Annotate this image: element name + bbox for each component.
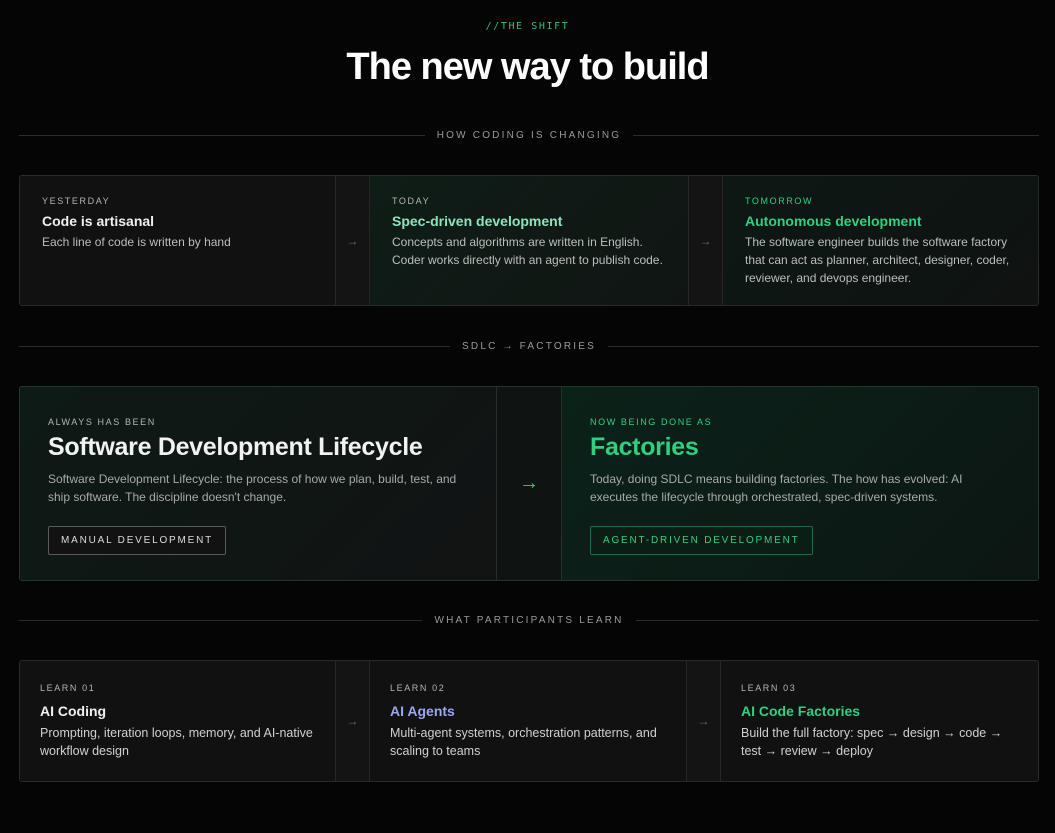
stage-card-yesterday: YESTERDAY Code is artisanal Each line of…: [20, 176, 335, 305]
stage-description: Each line of code is written by hand: [42, 235, 231, 249]
agent-driven-development-tag: AGENT-DRIVEN DEVELOPMENT: [590, 526, 813, 555]
section-eyebrow: //THE SHIFT: [485, 21, 570, 32]
sdlc-description: Software Development Lifecycle: the proc…: [48, 472, 457, 504]
learn-title: AI Coding: [40, 703, 107, 719]
sdlc-title: Software Development Lifecycle: [48, 433, 423, 461]
arrow-right-icon: →: [335, 176, 370, 305]
divider-how-coding: HOW CODING IS CHANGING: [19, 128, 1040, 142]
manual-development-tag: MANUAL DEVELOPMENT: [48, 526, 227, 555]
divider-label: WHAT PARTICIPANTS LEARN: [434, 614, 624, 626]
stage-title: Autonomous development: [745, 213, 922, 229]
stage-title: Spec-driven development: [392, 213, 563, 229]
learn-description: Multi-agent systems, orchestration patte…: [390, 726, 657, 758]
learn-title: AI Agents: [390, 703, 455, 719]
learn-kicker: LEARN 01: [40, 683, 96, 693]
arrow-right-icon: →: [335, 661, 370, 781]
divider-label: HOW CODING IS CHANGING: [436, 129, 622, 141]
learn-card-ai-agents: LEARN 02 AI Agents Multi-agent systems, …: [370, 661, 686, 781]
divider-label: SDLC → FACTORIES: [462, 340, 596, 352]
sdlc-comparison: ALWAYS HAS BEEN Software Development Lif…: [19, 386, 1039, 581]
factories-card: NOW BEING DONE AS Factories Today, doing…: [562, 387, 1038, 580]
learn-description: Build the full factory: spec → design → …: [741, 726, 1003, 758]
sdlc-card: ALWAYS HAS BEEN Software Development Lif…: [20, 387, 496, 580]
learning-outcomes: LEARN 01 AI Coding Prompting, iteration …: [19, 660, 1039, 782]
page-title: The new way to build: [346, 46, 709, 88]
stage-title: Code is artisanal: [42, 213, 155, 229]
stage-description: The software engineer builds the softwar…: [745, 235, 1010, 285]
learn-title: AI Code Factories: [741, 703, 861, 719]
stage-card-today: TODAY Spec-driven development Concepts a…: [370, 176, 688, 305]
learn-kicker: LEARN 03: [741, 683, 797, 693]
stage-card-tomorrow: TOMORROW Autonomous development The soft…: [723, 176, 1038, 305]
divider-participants-learn: WHAT PARTICIPANTS LEARN: [19, 613, 1040, 627]
stage-kicker: YESTERDAY: [42, 196, 111, 206]
learn-card-ai-code-factories: LEARN 03 AI Code Factories Build the ful…: [721, 661, 1038, 781]
learn-card-ai-coding: LEARN 01 AI Coding Prompting, iteration …: [20, 661, 335, 781]
coding-timeline: YESTERDAY Code is artisanal Each line of…: [19, 175, 1039, 306]
stage-description: Concepts and algorithms are written in E…: [392, 235, 663, 267]
sdlc-kicker: ALWAYS HAS BEEN: [48, 417, 156, 427]
learn-kicker: LEARN 02: [390, 683, 446, 693]
factories-title: Factories: [590, 433, 699, 461]
factories-description: Today, doing SDLC means building factori…: [590, 472, 963, 504]
learn-description: Prompting, iteration loops, memory, and …: [40, 726, 313, 758]
arrow-right-icon: →: [686, 661, 721, 781]
arrow-right-icon: →: [496, 387, 562, 580]
stage-kicker: TODAY: [392, 196, 431, 206]
factories-kicker: NOW BEING DONE AS: [590, 417, 713, 427]
divider-sdlc-factories: SDLC → FACTORIES: [19, 339, 1039, 353]
arrow-right-icon: →: [688, 176, 723, 305]
stage-kicker: TOMORROW: [745, 196, 814, 206]
